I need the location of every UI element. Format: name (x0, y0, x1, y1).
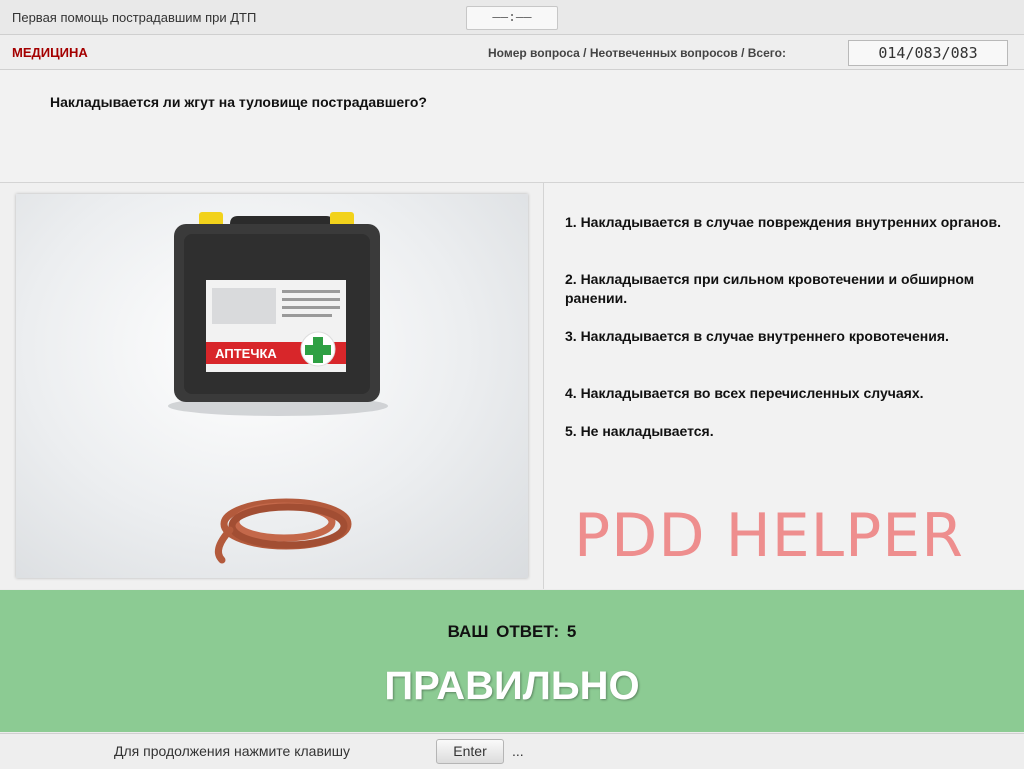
question-counter: 014/083/083 (848, 40, 1008, 66)
answer-option-5[interactable]: 5. Не накладывается. (565, 422, 1015, 441)
enter-key-button[interactable]: Enter (436, 739, 504, 764)
answer-option-1[interactable]: 1. Накладывается в случае повреждения вн… (565, 213, 1015, 232)
your-answer-value: 5 (566, 622, 577, 641)
ellipsis: ... (512, 743, 524, 759)
your-answer-label: ВАШ ОТВЕТ: (447, 622, 560, 641)
result-panel: ВАШ ОТВЕТ: 5 ПРАВИЛЬНО (0, 590, 1024, 732)
question-counter-label: Номер вопроса / Неотвеченных вопросов / … (488, 46, 786, 60)
first-aid-kit-photo: АПТЕЧКА (168, 212, 388, 564)
question-info-bar: МЕДИЦИНА Номер вопроса / Неотвеченных во… (0, 35, 1024, 70)
category-label: МЕДИЦИНА (12, 45, 88, 60)
question-photo: АПТЕЧКА (16, 194, 528, 578)
your-answer: ВАШ ОТВЕТ: 5 (0, 622, 1024, 642)
continue-hint: Для продолжения нажмите клавишу (114, 743, 350, 759)
kit-label: АПТЕЧКА (215, 346, 277, 361)
answer-option-3[interactable]: 3. Накладывается в случае внутреннего кр… (565, 327, 1015, 346)
app-title: Первая помощь пострадавшим при ДТП (12, 10, 257, 25)
title-bar: Первая помощь пострадавшим при ДТП ――:―― (0, 0, 1024, 35)
question-image-pane: АПТЕЧКА (0, 183, 544, 589)
footer-bar: Для продолжения нажмите клавишу Enter ..… (0, 733, 1024, 769)
answer-option-2[interactable]: 2. Накладывается при сильном кровотечени… (565, 270, 1015, 308)
timer-display: ――:―― (466, 6, 558, 30)
question-panel: Накладывается ли жгут на туловище постра… (0, 70, 1024, 183)
tourniquet-icon (214, 498, 352, 564)
car-illustration (212, 288, 276, 324)
answer-option-4[interactable]: 4. Накладывается во всех перечисленных с… (565, 384, 1015, 403)
verdict-text: ПРАВИЛЬНО (384, 664, 640, 708)
answers-pane: 1. Накладывается в случае повреждения вн… (544, 183, 1024, 589)
question-text: Накладывается ли жгут на туловище постра… (50, 94, 427, 110)
watermark: PDD HELPER (574, 501, 964, 571)
